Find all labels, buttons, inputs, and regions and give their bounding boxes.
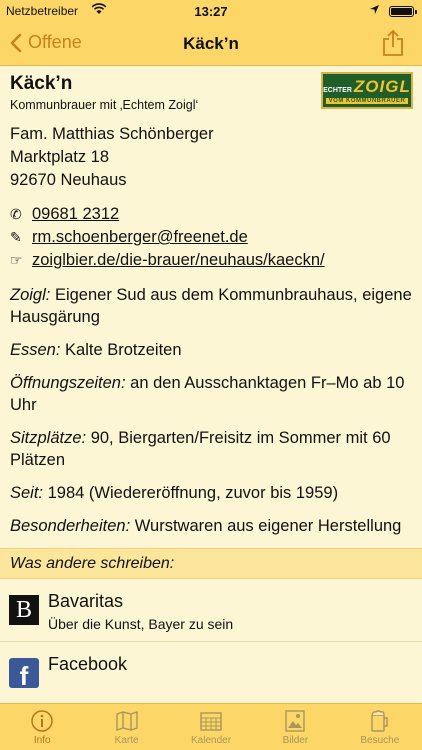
image-icon <box>285 710 306 732</box>
info-value: Eigener Sud aus dem Kommunbrauhaus, eige… <box>10 286 412 326</box>
phone-link[interactable]: 09681 2312 <box>32 203 119 226</box>
info-essen: Essen: Kalte Brotzeiten <box>10 339 412 361</box>
pencil-icon: ✎ <box>10 229 22 245</box>
info-block: Zoigl: Eigener Sud aus dem Kommunbrauhau… <box>0 284 422 537</box>
venue-header: Käck’n Kommunbrauer mit ‚Echtem Zoigl‘ E… <box>0 67 422 113</box>
list-item-bavaritas[interactable]: B Bavaritas Über die Kunst, Bayer zu sei… <box>0 579 422 642</box>
email-row: ✎ rm.schoenberger@freenet.de <box>10 226 412 249</box>
info-label: Zoigl: <box>10 286 51 304</box>
email-link[interactable]: rm.schoenberger@freenet.de <box>32 226 248 249</box>
info-opening-hours: Öffnungszeiten: an den Ausschanktagen Fr… <box>10 372 412 416</box>
info-value: 1984 (Wiedereröffnung, zuvor bis 1959) <box>43 484 339 502</box>
list-item-title: Facebook <box>48 654 128 674</box>
info-label: Seit: <box>10 484 44 502</box>
info-seats: Sitzplätze: 90, Biergarten/Freisitz im S… <box>10 427 412 471</box>
echter-zoigl-logo: ECHTER ZOIGL VOM KOMMUNBRAUER <box>321 72 413 109</box>
share-icon <box>383 29 403 56</box>
bavaritas-logo-icon: B <box>9 595 39 625</box>
logo-big-text: ZOIGL <box>353 77 411 96</box>
info-since: Seit: 1984 (Wiedereröffnung, zuvor bis 1… <box>10 482 412 504</box>
tab-label: Bilder <box>282 735 309 746</box>
info-label: Sitzplätze: <box>10 429 87 447</box>
share-button[interactable] <box>382 29 404 62</box>
info-zoigl: Zoigl: Eigener Sud aus dem Kommunbrauhau… <box>10 284 412 328</box>
website-row: ☞ zoiglbier.de/die-brauer/neuhaus/kaeckn… <box>10 249 412 272</box>
logo-small-text: ECHTER <box>323 87 352 94</box>
location-arrow-icon <box>369 4 380 18</box>
info-label: Öffnungszeiten: <box>10 374 126 392</box>
calendar-icon <box>200 712 222 731</box>
website-link[interactable]: zoiglbier.de/die-brauer/neuhaus/kaeckn/ <box>32 249 325 272</box>
info-label: Essen: <box>10 341 61 359</box>
phone-row: ✆ 09681 2312 <box>10 203 412 226</box>
tab-karte[interactable]: Karte <box>84 704 168 750</box>
contact-block: ✆ 09681 2312 ✎ rm.schoenberger@freenet.d… <box>0 192 422 272</box>
tab-info[interactable]: Info <box>0 704 84 750</box>
clock: 13:27 <box>194 4 228 19</box>
phone-icon: ✆ <box>10 206 22 222</box>
info-label: Besonderheiten: <box>10 517 131 535</box>
tab-label: Info <box>33 735 51 746</box>
list-item-title: Bavaritas <box>48 591 124 611</box>
info-icon <box>31 710 53 732</box>
list-item-description: Über die Kunst, Bayer zu sein <box>48 616 234 632</box>
list-item-facebook[interactable]: f Facebook <box>0 642 422 703</box>
beer-mug-icon <box>371 710 388 732</box>
address-line: 92670 Neuhaus <box>10 171 127 189</box>
battery-icon <box>389 6 417 17</box>
tab-bar: Info Karte Kalender Bilder Besuche <box>0 703 422 750</box>
pointing-hand-icon: ☞ <box>10 252 23 268</box>
map-icon <box>115 711 138 731</box>
facebook-icon: f <box>9 658 39 688</box>
page-title: Käck’n <box>183 34 239 53</box>
info-specialties: Besonderheiten: Wurstwaren aus eigener H… <box>10 515 412 537</box>
section-header-reviews: Was andere schreiben: <box>0 548 422 579</box>
info-value: Kalte Brotzeiten <box>60 341 182 359</box>
tab-label: Karte <box>114 735 139 746</box>
tab-bilder[interactable]: Bilder <box>253 704 337 750</box>
logo-bottom-text: VOM KOMMUNBRAUER <box>325 98 409 104</box>
address-block: Fam. Matthias Schönberger Marktplatz 18 … <box>0 113 422 192</box>
navigation-bar: Offene Käck’n <box>0 22 422 66</box>
tab-label: Kalender <box>191 735 232 746</box>
info-value: Wurstwaren aus eigener Herstellung <box>130 517 402 535</box>
address-line: Marktplatz 18 <box>10 148 110 166</box>
tab-label: Besuche <box>360 735 400 746</box>
detail-content[interactable]: Käck’n Kommunbrauer mit ‚Echtem Zoigl‘ E… <box>0 67 422 703</box>
status-bar: Netzbetreiber 13:27 <box>0 0 422 22</box>
address-line: Fam. Matthias Schönberger <box>10 125 214 143</box>
tab-kalender[interactable]: Kalender <box>169 704 253 750</box>
tab-besuche[interactable]: Besuche <box>338 704 422 750</box>
